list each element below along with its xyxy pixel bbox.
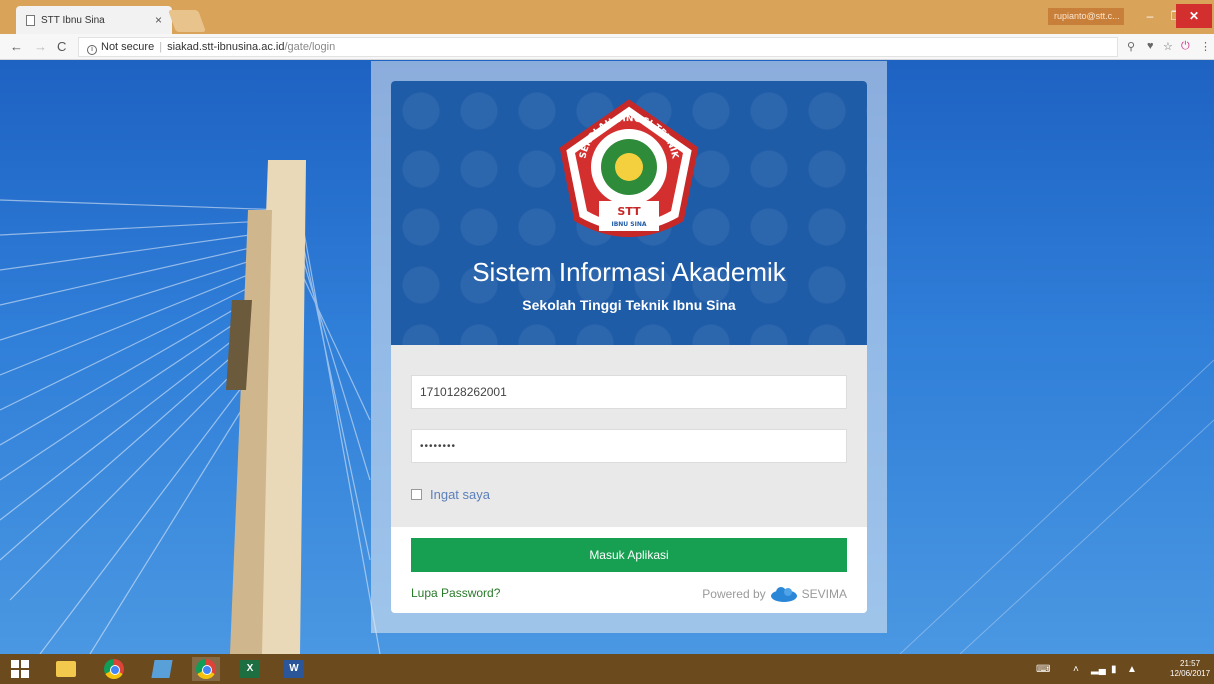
- folder-icon: [56, 661, 76, 677]
- drive-icon[interactable]: ▲: [1127, 654, 1137, 684]
- start-button[interactable]: [6, 657, 34, 681]
- taskbar-excel[interactable]: X: [236, 657, 264, 681]
- new-tab-button[interactable]: [167, 10, 207, 32]
- powered-by-label: Powered by: [702, 587, 766, 601]
- login-header: STT IBNU SINA SEKOLAH TINGGI TEKNIK Sist…: [391, 81, 867, 345]
- taskbar-app[interactable]: [148, 657, 176, 681]
- chrome-icon: [196, 659, 216, 679]
- app-icon: [151, 660, 173, 678]
- sevima-cloud-icon: [770, 587, 797, 602]
- taskbar-clock[interactable]: 21:57 12/06/2017: [1170, 659, 1210, 679]
- word-icon: W: [284, 660, 304, 678]
- logo-acronym: STT: [617, 205, 641, 218]
- forgot-password-link[interactable]: Lupa Password?: [411, 586, 500, 600]
- taskbar: X W ⌨ ˄ ▂▄ ▮ ▲ 21:57 12/06/2017: [0, 654, 1214, 684]
- address-path: /gate/login: [284, 41, 336, 53]
- login-footer: Masuk Aplikasi Lupa Password? Powered by…: [391, 527, 867, 613]
- tray-chevron-icon[interactable]: ˄: [1073, 654, 1079, 684]
- menu-icon[interactable]: ⋮: [1200, 40, 1211, 53]
- keyboard-icon[interactable]: ⌨: [1036, 654, 1050, 684]
- browser-tab[interactable]: STT Ibnu Sina ×: [16, 6, 172, 34]
- login-form: Ingat saya: [391, 345, 867, 527]
- back-arrow-icon[interactable]: ←: [10, 39, 23, 54]
- page-icon: [26, 14, 35, 26]
- security-label: Not secure: [101, 41, 155, 53]
- remember-checkbox[interactable]: [411, 489, 422, 500]
- login-button[interactable]: Masuk Aplikasi: [411, 538, 847, 572]
- clock-time: 21:57: [1180, 659, 1201, 668]
- app-title: Sistem Informasi Akademik: [472, 257, 786, 287]
- remember-label: Ingat saya: [430, 487, 490, 502]
- taskbar-explorer[interactable]: [52, 657, 80, 681]
- excel-icon: X: [240, 660, 260, 678]
- windows-icon: [11, 660, 29, 678]
- close-window-icon[interactable]: ✕: [1176, 4, 1212, 28]
- chrome-icon: [104, 659, 124, 679]
- minimize-icon[interactable]: –: [1136, 4, 1164, 28]
- powered-by: Powered by SEVIMA: [702, 585, 847, 603]
- username-input[interactable]: [411, 375, 847, 409]
- info-icon[interactable]: i: [87, 45, 97, 55]
- tab-close-icon[interactable]: ×: [155, 13, 162, 27]
- taskbar-chrome[interactable]: [100, 657, 128, 681]
- stt-ibnu-sina-logo: STT IBNU SINA SEKOLAH TINGGI TEKNIK: [559, 99, 699, 237]
- battery-icon[interactable]: ▮: [1111, 654, 1117, 684]
- forward-arrow-icon[interactable]: →: [34, 39, 47, 54]
- taskbar-word[interactable]: W: [280, 657, 308, 681]
- remember-me[interactable]: Ingat saya: [411, 487, 490, 502]
- signal-icon[interactable]: ▂▄: [1091, 654, 1106, 684]
- browser-toolbar: ← → C i Not secure | siakad.stt-ibnusina.ac…: [0, 34, 1214, 60]
- browser-titlebar: STT Ibnu Sina × rupianto@stt.c... – ❐ ✕: [0, 0, 1214, 34]
- profile-chip[interactable]: rupianto@stt.c...: [1048, 8, 1124, 25]
- password-input[interactable]: [411, 429, 847, 463]
- taskbar-chrome-active[interactable]: [192, 657, 220, 681]
- tab-title: STT Ibnu Sina: [41, 14, 105, 26]
- vendor-name: SEVIMA: [801, 587, 847, 601]
- power-extension-icon[interactable]: ⏻: [1181, 40, 1190, 53]
- login-card: STT IBNU SINA SEKOLAH TINGGI TEKNIK Sist…: [391, 81, 867, 613]
- address-domain: siakad.stt-ibnusina.ac.id: [167, 41, 285, 53]
- reload-icon[interactable]: C: [57, 39, 66, 54]
- zoom-icon[interactable]: ⚲: [1127, 40, 1135, 53]
- extension-icon[interactable]: ♥: [1147, 40, 1154, 52]
- address-separator: |: [159, 41, 163, 53]
- app-subtitle: Sekolah Tinggi Teknik Ibnu Sina: [522, 297, 736, 313]
- address-bar[interactable]: i Not secure | siakad.stt-ibnusina.ac.id/ga…: [78, 37, 1118, 57]
- bookmark-star-icon[interactable]: ☆: [1163, 40, 1173, 53]
- clock-date: 12/06/2017: [1170, 669, 1211, 678]
- logo-name: IBNU SINA: [611, 221, 646, 228]
